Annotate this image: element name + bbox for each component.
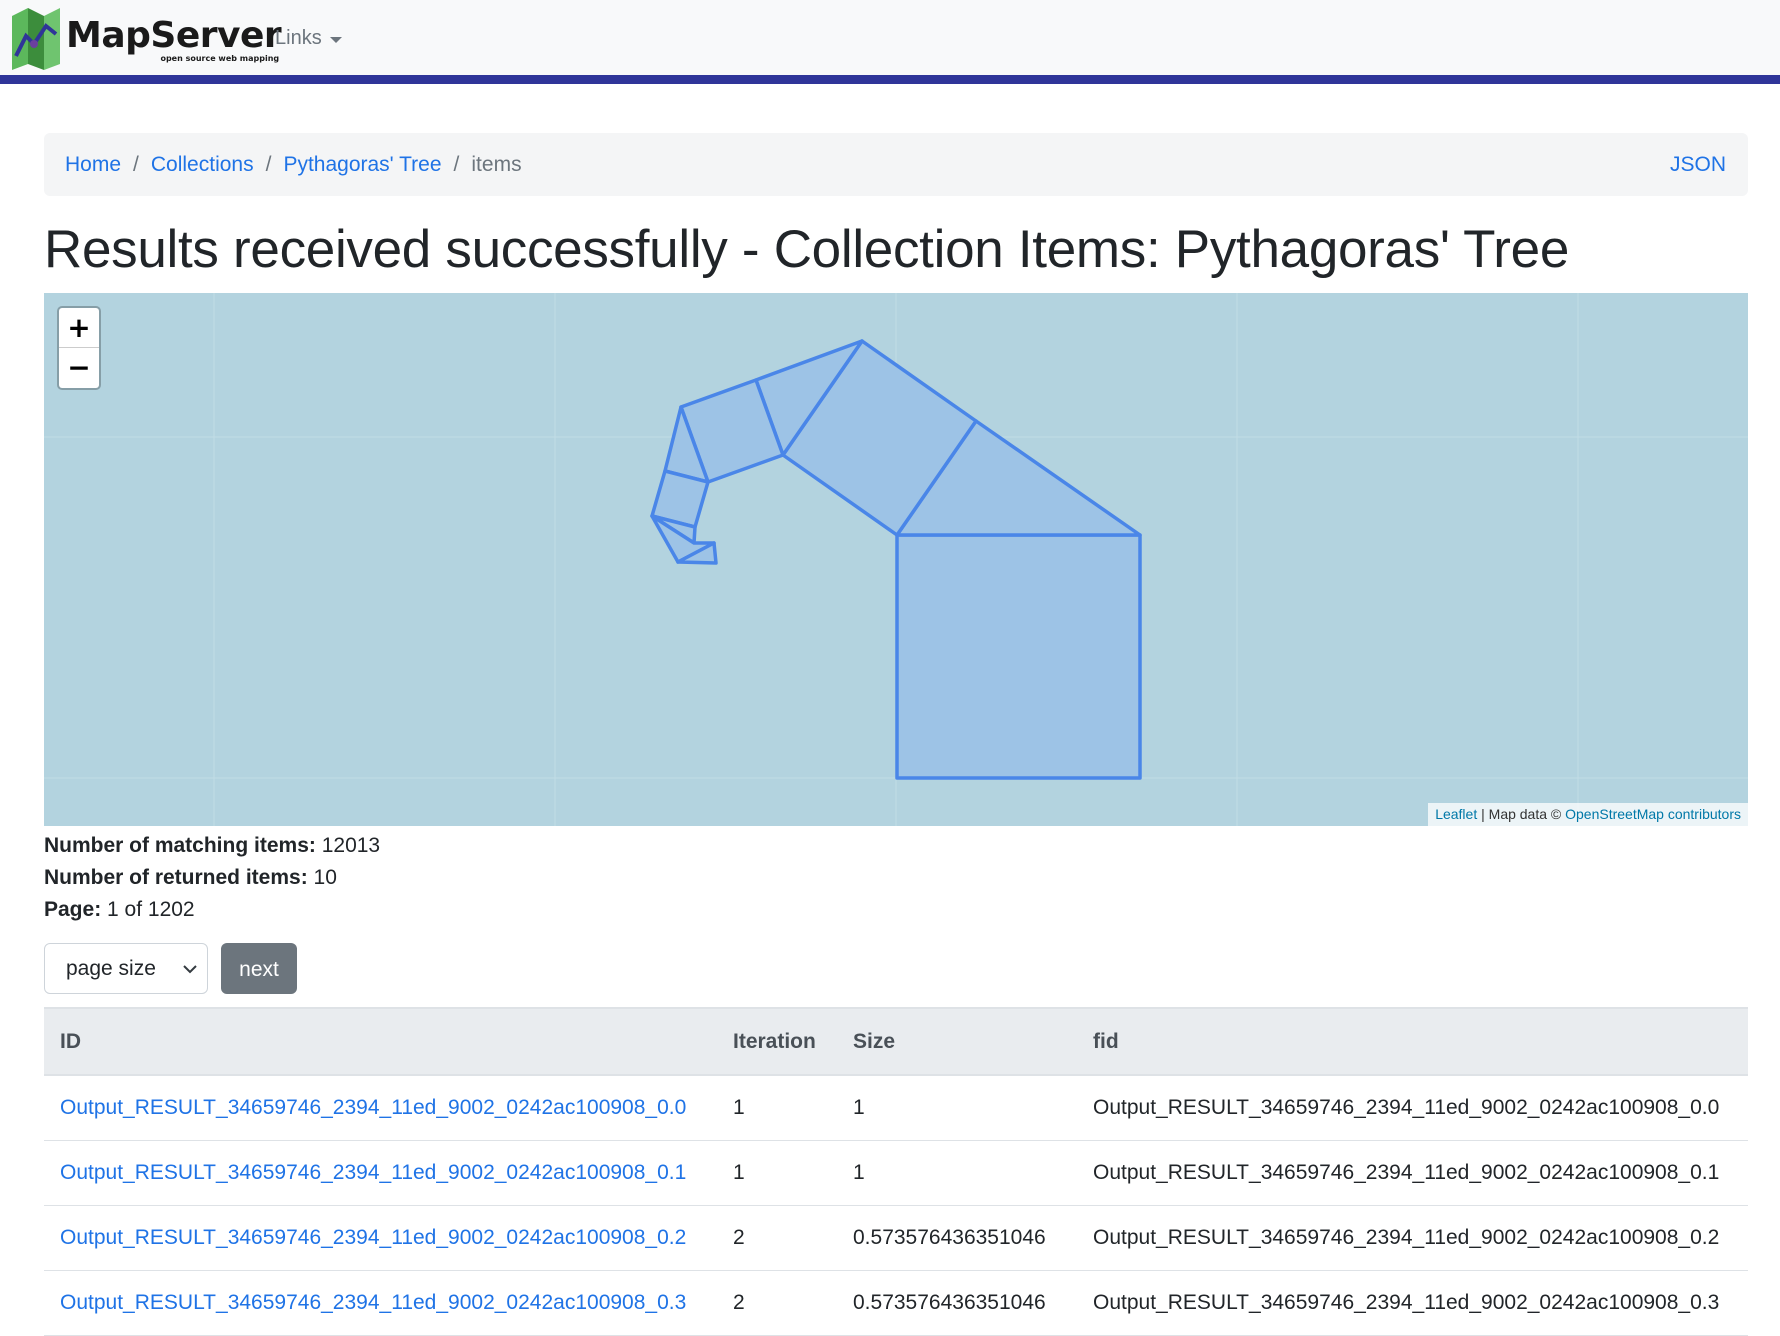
leaflet-link[interactable]: Leaflet — [1435, 806, 1477, 822]
item-iteration: 2 — [717, 1270, 837, 1336]
page-size-label: page size — [66, 957, 156, 980]
item-size: 0.573576436351046 — [837, 1270, 1077, 1336]
breadcrumb-collections[interactable]: Collections — [151, 153, 254, 177]
zoom-control: + − — [57, 306, 101, 390]
results-table: ID Iteration Size fid Output_RESULT_3465… — [44, 1007, 1748, 1336]
json-link[interactable]: JSON — [1670, 153, 1726, 177]
attribution-text: | Map data © — [1477, 806, 1566, 822]
table-header-row: ID Iteration Size fid — [44, 1007, 1748, 1076]
map-view[interactable]: + − Leaflet | Map data © OpenStreetMap c… — [44, 293, 1748, 826]
zoom-out-button[interactable]: − — [59, 348, 99, 388]
item-fid: Output_RESULT_34659746_2394_11ed_9002_02… — [1077, 1075, 1748, 1141]
next-page-button[interactable]: next — [221, 943, 297, 994]
links-dropdown[interactable]: Links — [275, 27, 342, 50]
item-size: 1 — [837, 1140, 1077, 1206]
chevron-down-icon — [183, 965, 197, 974]
table-row: Output_RESULT_34659746_2394_11ed_9002_02… — [44, 1075, 1748, 1141]
item-fid: Output_RESULT_34659746_2394_11ed_9002_02… — [1077, 1140, 1748, 1206]
table-row: Output_RESULT_34659746_2394_11ed_9002_02… — [44, 1205, 1748, 1271]
brand-tagline: open source web mapping — [160, 54, 280, 63]
returned-items-value: 10 — [313, 866, 337, 889]
table-row: Output_RESULT_34659746_2394_11ed_9002_02… — [44, 1140, 1748, 1206]
item-id-link[interactable]: Output_RESULT_34659746_2394_11ed_9002_02… — [60, 1291, 686, 1314]
item-iteration: 1 — [717, 1140, 837, 1206]
page-title: Results received successfully - Collecti… — [44, 220, 1569, 279]
column-header-size[interactable]: Size — [837, 1007, 1077, 1076]
breadcrumb-separator: / — [133, 152, 139, 176]
item-id-link[interactable]: Output_RESULT_34659746_2394_11ed_9002_02… — [60, 1226, 686, 1249]
matching-items: Number of matching items: 12013 — [44, 830, 380, 862]
page-label: Page: — [44, 898, 102, 921]
links-dropdown-label: Links — [275, 27, 322, 49]
breadcrumb-separator: / — [453, 152, 460, 176]
returned-items: Number of returned items: 10 — [44, 862, 380, 894]
item-id-link[interactable]: Output_RESULT_34659746_2394_11ed_9002_02… — [60, 1096, 686, 1119]
returned-items-label: Number of returned items: — [44, 866, 308, 889]
osm-link[interactable]: OpenStreetMap contributors — [1565, 806, 1741, 822]
mapserver-logo-icon — [12, 8, 60, 70]
item-id-link[interactable]: Output_RESULT_34659746_2394_11ed_9002_02… — [60, 1161, 686, 1184]
brand-logo[interactable]: MapServer open source web mapping — [12, 6, 282, 70]
breadcrumb-current: items — [471, 152, 522, 176]
tree-square-0[interactable] — [895, 533, 1142, 780]
page-info: Page: 1 of 1202 — [44, 894, 380, 926]
page-value: 1 of 1202 — [107, 898, 195, 921]
breadcrumb-separator: / — [265, 152, 272, 176]
item-size: 0.573576436351046 — [837, 1205, 1077, 1271]
column-header-fid[interactable]: fid — [1077, 1007, 1748, 1076]
page-size-select[interactable]: page size — [44, 943, 208, 994]
matching-items-label: Number of matching items: — [44, 834, 316, 857]
top-navbar: MapServer open source web mapping Links — [0, 0, 1780, 84]
brand-name: MapServer — [66, 15, 282, 56]
item-fid: Output_RESULT_34659746_2394_11ed_9002_02… — [1077, 1270, 1748, 1336]
item-iteration: 1 — [717, 1075, 837, 1141]
item-iteration: 2 — [717, 1205, 837, 1271]
column-header-id[interactable]: ID — [44, 1007, 717, 1076]
result-stats: Number of matching items: 12013 Number o… — [44, 830, 380, 926]
map-attribution: Leaflet | Map data © OpenStreetMap contr… — [1428, 803, 1748, 826]
zoom-in-button[interactable]: + — [59, 308, 99, 348]
matching-items-value: 12013 — [321, 834, 381, 857]
breadcrumb-collection[interactable]: Pythagoras' Tree — [283, 153, 441, 177]
column-header-iteration[interactable]: Iteration — [717, 1007, 837, 1076]
caret-down-icon — [329, 36, 342, 43]
breadcrumb-home[interactable]: Home — [65, 153, 121, 177]
table-row: Output_RESULT_34659746_2394_11ed_9002_02… — [44, 1270, 1748, 1336]
item-fid: Output_RESULT_34659746_2394_11ed_9002_02… — [1077, 1205, 1748, 1271]
item-size: 1 — [837, 1075, 1077, 1141]
breadcrumb: Home / Collections / Pythagoras' Tree / … — [44, 133, 1748, 196]
map-features — [44, 293, 1748, 826]
